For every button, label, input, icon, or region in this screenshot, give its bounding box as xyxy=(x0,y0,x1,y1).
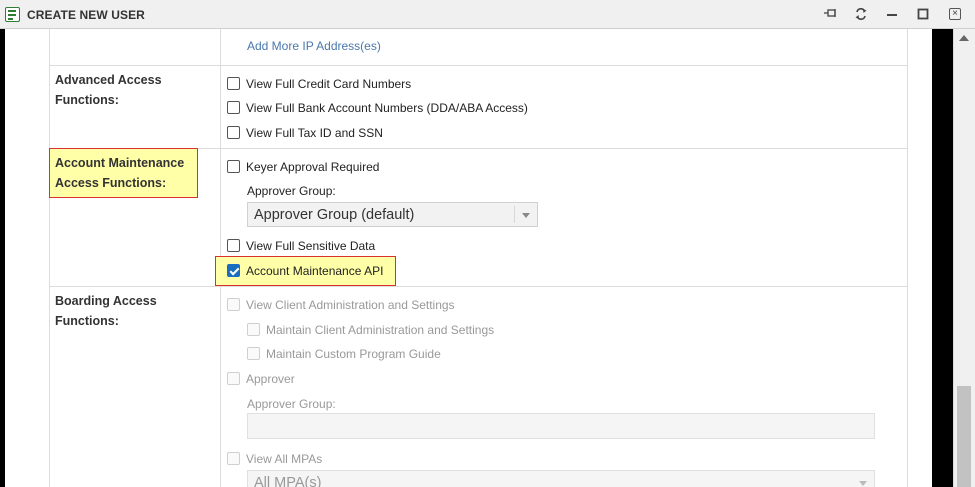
option-label: Maintain Client Administration and Setti… xyxy=(266,323,495,337)
option-label: View All MPAs xyxy=(246,452,323,466)
option-label: View Full Sensitive Data xyxy=(246,239,376,253)
checkbox-keyer-approval-required[interactable] xyxy=(227,160,240,173)
checkbox-view-full-sensitive-data[interactable] xyxy=(227,239,240,252)
create-user-form: Add More IP Address(es) Advanced Access … xyxy=(5,29,932,487)
mpa-select[interactable]: All MPA(s) xyxy=(247,470,875,487)
option-label: View Full Bank Account Numbers (DDA/ABA … xyxy=(246,101,528,115)
boarding-approver-group-label: Approver Group: xyxy=(247,397,336,411)
scroll-up-arrow-icon[interactable] xyxy=(959,35,969,41)
option-label: View Client Administration and Settings xyxy=(246,298,455,312)
approver-group-select[interactable]: Approver Group (default) xyxy=(247,202,538,227)
pin-button[interactable] xyxy=(822,6,838,22)
boarding-approver-group-select[interactable] xyxy=(247,413,875,439)
option-label: View Full Tax ID and SSN xyxy=(246,126,383,140)
checkbox-maintain-client-administration[interactable] xyxy=(247,323,260,336)
chevron-down-icon xyxy=(859,481,867,486)
vertical-scrollbar[interactable] xyxy=(953,29,975,487)
checkbox-approver[interactable] xyxy=(227,372,240,385)
row-divider xyxy=(49,65,908,66)
minimize-button[interactable] xyxy=(884,6,900,22)
window-titlebar: CREATE NEW USER × xyxy=(0,0,975,29)
approver-group-label: Approver Group: xyxy=(247,184,336,198)
option-label: Keyer Approval Required xyxy=(246,160,380,174)
option-label: Maintain Custom Program Guide xyxy=(266,347,441,361)
row-divider xyxy=(49,286,908,287)
checkbox-view-all-mpas[interactable] xyxy=(227,452,240,465)
account-maintenance-label-line1: Account Maintenance xyxy=(55,156,185,170)
close-button[interactable]: × xyxy=(948,6,964,22)
maximize-icon xyxy=(917,8,929,20)
checkbox-view-full-tax-id[interactable] xyxy=(227,126,240,139)
checkbox-maintain-custom-program-guide[interactable] xyxy=(247,347,260,360)
scroll-thumb[interactable] xyxy=(957,386,971,487)
maximize-button[interactable] xyxy=(915,6,931,22)
account-maintenance-label-line2: Access Functions: xyxy=(55,176,167,190)
close-icon: × xyxy=(949,8,961,20)
checkbox-view-full-bank-account[interactable] xyxy=(227,101,240,114)
checkbox-view-client-administration[interactable] xyxy=(227,298,240,311)
mpa-select-value: All MPA(s) xyxy=(254,475,322,487)
pin-icon xyxy=(824,9,836,17)
select-separator xyxy=(514,206,515,223)
table-border-left xyxy=(49,29,50,487)
option-label: Approver xyxy=(246,372,295,386)
approver-group-value: Approver Group (default) xyxy=(254,207,415,223)
boarding-access-label: Boarding Access Functions: xyxy=(55,294,157,328)
refresh-icon xyxy=(855,8,867,20)
advanced-access-label: Advanced Access Functions: xyxy=(55,73,162,107)
form-window-icon xyxy=(5,7,20,22)
checkbox-view-full-credit-card[interactable] xyxy=(227,77,240,90)
chevron-down-icon xyxy=(522,213,530,218)
window-title: CREATE NEW USER xyxy=(27,8,145,22)
option-label: Account Maintenance API xyxy=(246,264,384,278)
checkbox-account-maintenance-api[interactable] xyxy=(227,264,240,277)
table-border-right xyxy=(907,29,908,487)
minimize-icon xyxy=(887,14,897,16)
add-ip-address-link[interactable]: Add More IP Address(es) xyxy=(247,39,381,53)
option-label: View Full Credit Card Numbers xyxy=(246,77,412,91)
window-frame-right xyxy=(932,29,953,487)
refresh-button[interactable] xyxy=(853,6,869,22)
